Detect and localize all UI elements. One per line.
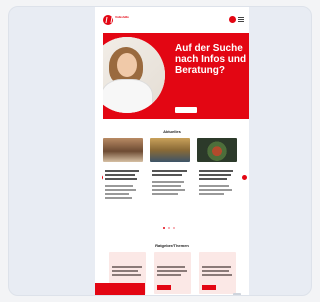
carousel-pagination	[163, 227, 179, 230]
user-icon[interactable]	[229, 16, 236, 23]
pagination-dot[interactable]	[163, 227, 165, 229]
news-card-image	[197, 138, 237, 162]
hero-banner: Auf der Suche nach Infos und Beratung?	[103, 33, 249, 119]
news-section-title: Aktuelles	[163, 129, 181, 134]
pagination-dot[interactable]	[173, 227, 175, 229]
hero-subtitle	[175, 93, 245, 96]
news-card[interactable]	[103, 138, 143, 228]
logo-icon[interactable]	[103, 15, 113, 25]
hero-title: Auf der Suche nach Infos und Beratung?	[175, 43, 247, 76]
hero-photo	[103, 37, 165, 113]
guides-section-title: Ratgeber/Themen	[155, 243, 189, 248]
carousel-next-icon[interactable]	[242, 175, 247, 180]
news-card-image	[103, 138, 143, 162]
hamburger-menu-icon[interactable]	[238, 16, 245, 23]
news-card-image	[150, 138, 190, 162]
cookie-banner	[95, 283, 145, 295]
guide-card[interactable]	[199, 252, 236, 294]
site-header: Volkshilfe	[95, 13, 249, 27]
news-carousel	[103, 138, 237, 228]
news-card[interactable]	[197, 138, 237, 228]
hero-cta-button[interactable]	[175, 107, 197, 113]
logo-text[interactable]: Volkshilfe	[115, 15, 145, 20]
scroll-top-icon[interactable]	[233, 293, 241, 295]
page: Volkshilfe Auf der Suche nach Infos und …	[95, 7, 249, 295]
news-card[interactable]	[150, 138, 190, 228]
pagination-dot[interactable]	[168, 227, 170, 229]
guide-card-button[interactable]	[157, 285, 171, 290]
browser-frame: Volkshilfe Auf der Suche nach Infos und …	[8, 6, 312, 296]
guide-card[interactable]	[154, 252, 191, 294]
guide-card-button[interactable]	[202, 285, 216, 290]
